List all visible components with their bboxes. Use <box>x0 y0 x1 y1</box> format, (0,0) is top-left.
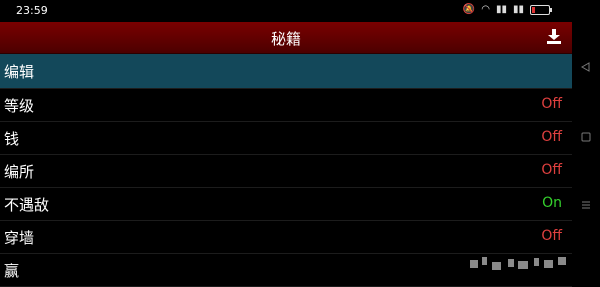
cheat-menu: 秘籍 编辑 等级 Off 钱 Off 编所 Off 不遇敌 On 穿墙 Off … <box>0 22 572 287</box>
row-label: 赢 <box>4 262 20 280</box>
row-no-encounter[interactable]: 不遇敌 On <box>0 188 572 221</box>
page-title: 秘籍 <box>270 30 301 48</box>
toggle-value[interactable]: Off <box>541 129 562 145</box>
row-wall-pass[interactable]: 穿墙 Off <box>0 221 572 254</box>
signal-icon: ▮▮ <box>495 4 507 15</box>
mute-icon: 🔕 <box>462 4 476 15</box>
wifi-icon: ◠ <box>481 4 490 15</box>
row-label: 编所 <box>4 163 35 181</box>
signal-icon-2: ▮▮ <box>512 4 524 15</box>
row-edit[interactable]: 编辑 <box>0 54 572 89</box>
toggle-value[interactable]: Off <box>541 96 562 112</box>
home-square-icon[interactable] <box>572 132 600 145</box>
pixel-noise-overlay <box>470 257 570 271</box>
toggle-value[interactable]: Off <box>541 162 562 178</box>
row-label: 钱 <box>4 130 20 148</box>
title-bar: 秘籍 <box>0 22 572 54</box>
system-navigation-bar <box>572 22 600 277</box>
row-edit-location[interactable]: 编所 Off <box>0 155 572 188</box>
row-label: 等级 <box>4 97 35 115</box>
row-label: 不遇敌 <box>4 196 50 214</box>
row-label: 穿墙 <box>4 229 35 247</box>
back-triangle-icon[interactable] <box>572 62 600 75</box>
toggle-value[interactable]: On <box>542 195 562 211</box>
status-icons: 🔕 ◠ ▮▮ ▮▮ <box>462 3 552 17</box>
status-bar: 23:59 🔕 ◠ ▮▮ ▮▮ <box>0 0 600 22</box>
row-level[interactable]: 等级 Off <box>0 89 572 122</box>
row-label: 编辑 <box>4 63 35 81</box>
status-time: 23:59 <box>16 4 48 17</box>
battery-icon <box>530 5 552 15</box>
menu-lines-icon[interactable] <box>572 200 600 213</box>
row-money[interactable]: 钱 Off <box>0 122 572 155</box>
download-icon[interactable] <box>544 27 564 47</box>
toggle-value[interactable]: Off <box>541 228 562 244</box>
